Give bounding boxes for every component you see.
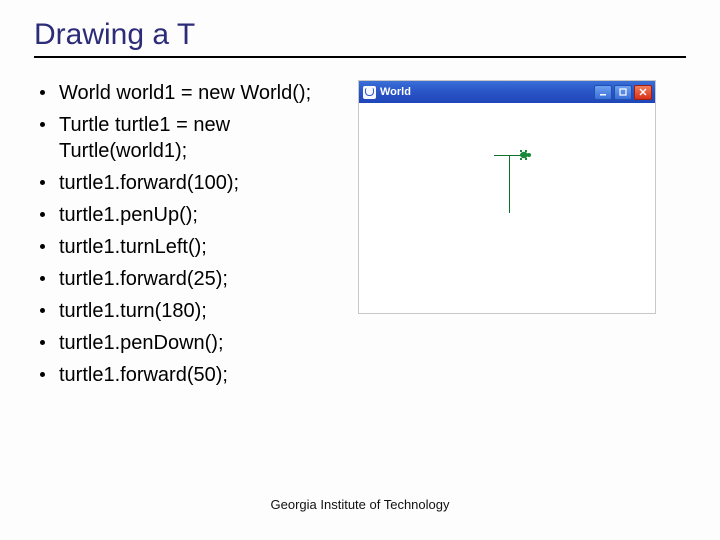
bullet-dot-icon [40, 372, 45, 377]
close-icon [639, 88, 647, 96]
bullet-text: World world1 = new World(); [59, 80, 344, 106]
bullet-dot-icon [40, 90, 45, 95]
list-item: turtle1.forward(25); [40, 266, 344, 292]
bullet-dot-icon [40, 244, 45, 249]
slide: Drawing a T World world1 = new World(); … [0, 0, 720, 394]
bullet-dot-icon [40, 180, 45, 185]
list-item: Turtle turtle1 = new Turtle(world1); [40, 112, 344, 164]
maximize-icon [619, 88, 627, 96]
list-item: turtle1.penUp(); [40, 202, 344, 228]
bullet-dot-icon [40, 212, 45, 217]
bullet-dot-icon [40, 340, 45, 345]
list-item: turtle1.turnLeft(); [40, 234, 344, 260]
maximize-button[interactable] [614, 85, 632, 100]
list-item: World world1 = new World(); [40, 80, 344, 106]
bullet-text: Turtle turtle1 = new Turtle(world1); [59, 112, 344, 164]
bullet-text: turtle1.penDown(); [59, 330, 344, 356]
bullet-text: turtle1.forward(100); [59, 170, 344, 196]
bullet-text: turtle1.forward(50); [59, 362, 344, 388]
java-cup-icon [363, 86, 376, 99]
world-canvas [359, 103, 655, 313]
bullet-text: turtle1.turnLeft(); [59, 234, 344, 260]
bullet-text: turtle1.penUp(); [59, 202, 344, 228]
world-window: World [358, 80, 656, 314]
slide-title: Drawing a T [34, 18, 686, 54]
bullet-text: turtle1.turn(180); [59, 298, 344, 324]
window-title: World [380, 86, 594, 98]
minimize-icon [599, 88, 607, 96]
list-item: turtle1.penDown(); [40, 330, 344, 356]
bullet-dot-icon [40, 122, 45, 127]
minimize-button[interactable] [594, 85, 612, 100]
bullet-list: World world1 = new World(); Turtle turtl… [34, 80, 344, 394]
turtle-icon [518, 149, 532, 161]
content-row: World world1 = new World(); Turtle turtl… [34, 80, 686, 394]
close-button[interactable] [634, 85, 652, 100]
bullet-dot-icon [40, 308, 45, 313]
list-item: turtle1.turn(180); [40, 298, 344, 324]
drawn-line-vertical [509, 155, 510, 213]
list-item: turtle1.forward(50); [40, 362, 344, 388]
bullet-text: turtle1.forward(25); [59, 266, 344, 292]
footer-text: Georgia Institute of Technology [0, 497, 720, 512]
window-controls [594, 85, 652, 100]
list-item: turtle1.forward(100); [40, 170, 344, 196]
bullet-dot-icon [40, 276, 45, 281]
title-underline [34, 56, 686, 58]
window-titlebar[interactable]: World [359, 81, 655, 103]
